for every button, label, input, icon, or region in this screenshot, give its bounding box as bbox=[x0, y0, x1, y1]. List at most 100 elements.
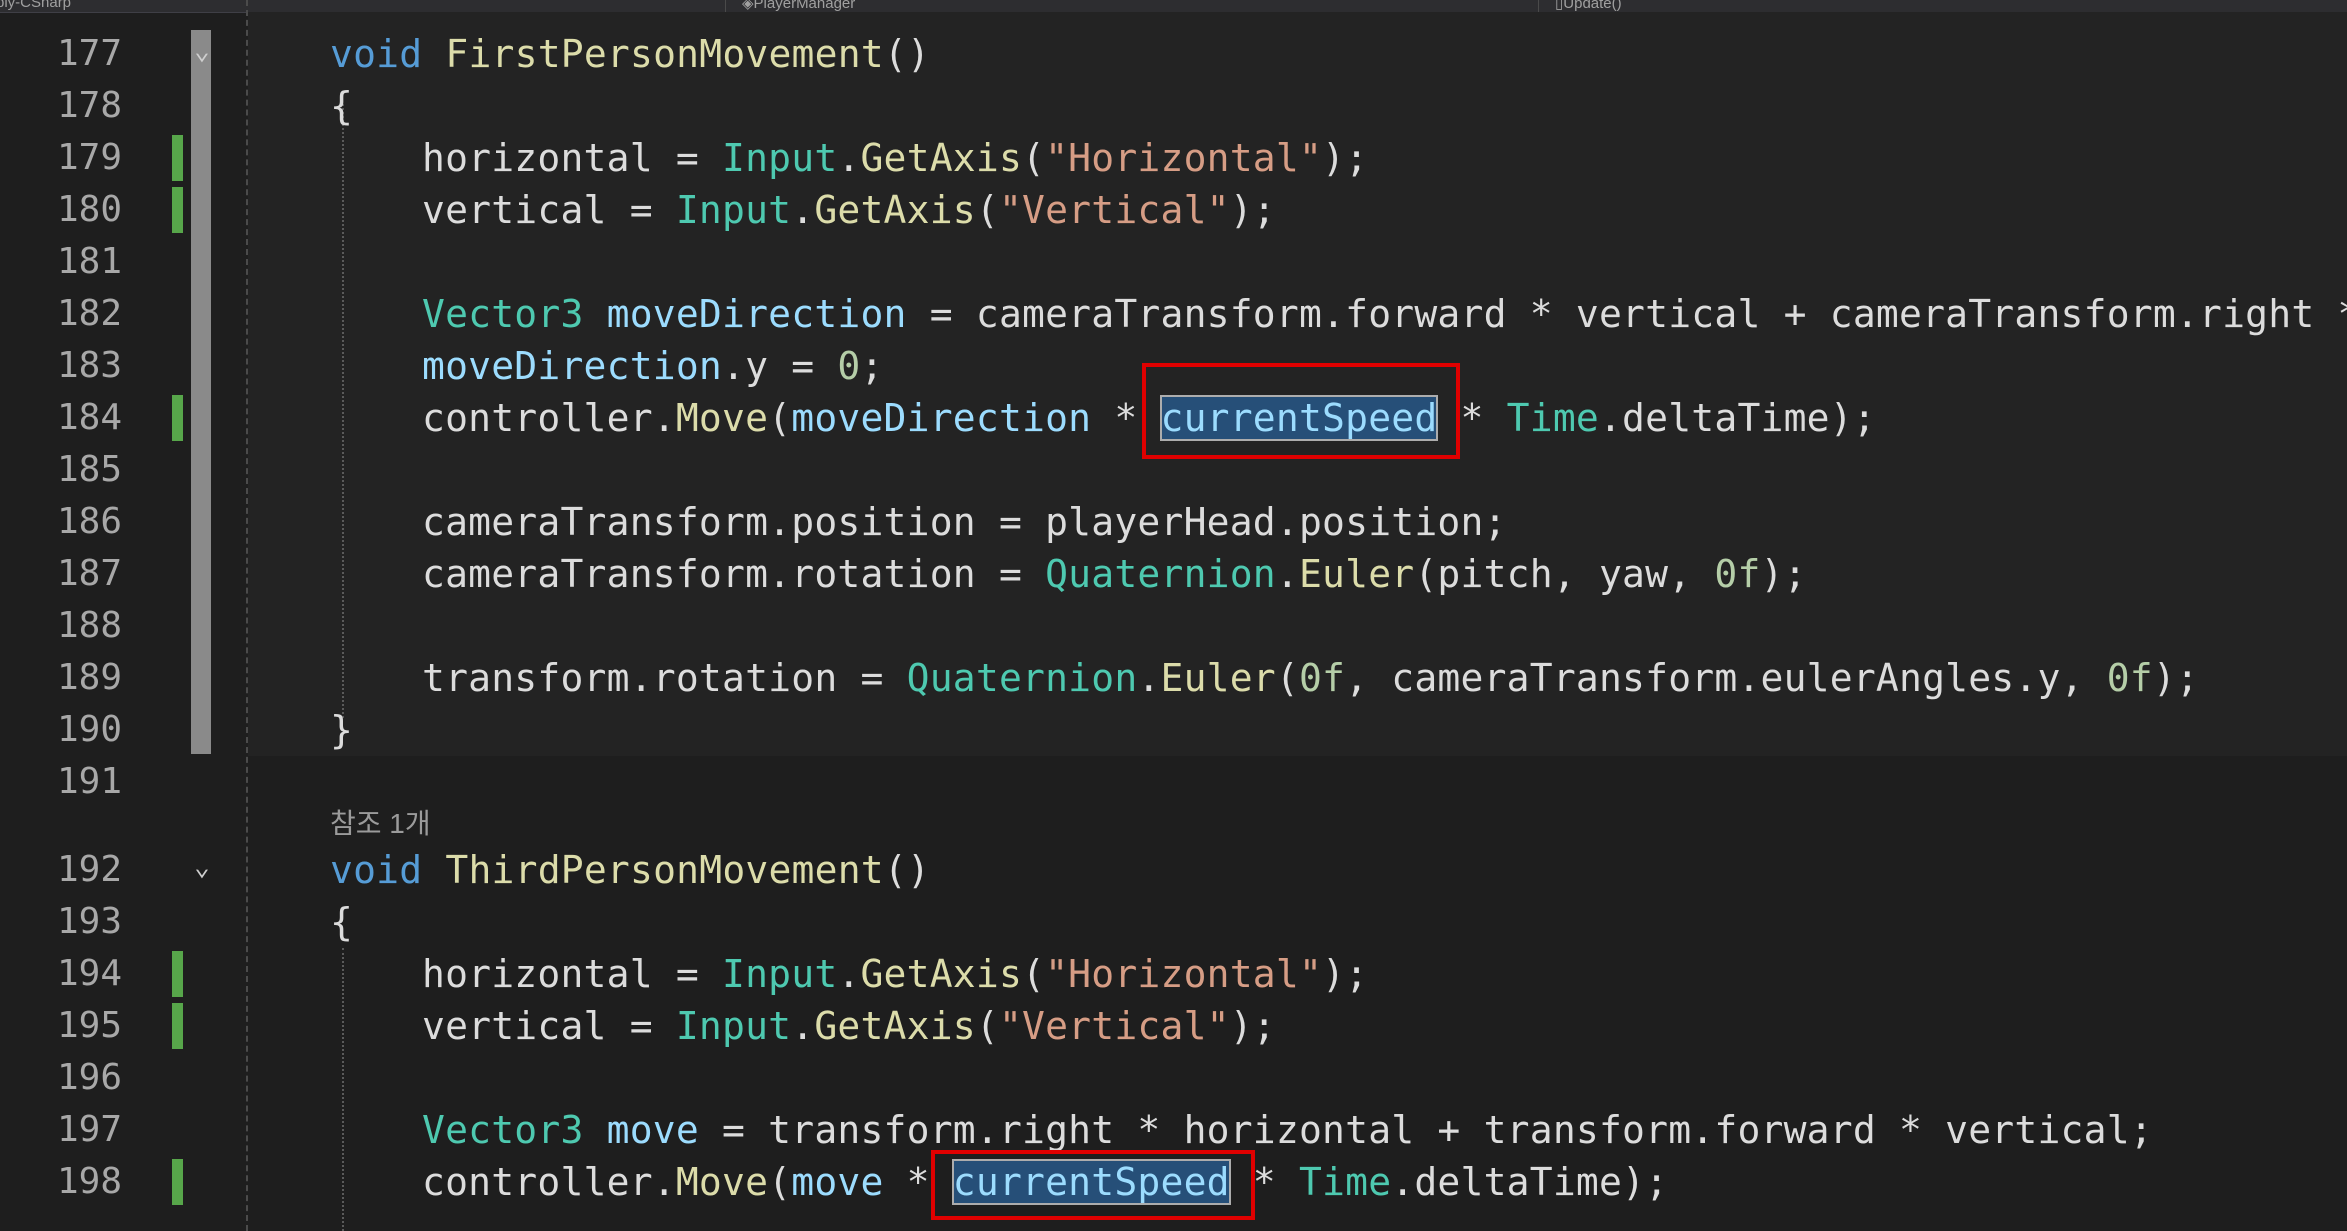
code-line[interactable]: 192 ⌄ void ThirdPersonMovement() bbox=[0, 844, 2347, 896]
code-segment: , cameraTransform.eulerAngles.y, bbox=[1345, 656, 2107, 700]
line-number: 178 bbox=[56, 85, 122, 126]
class-dropdown[interactable]: ◈PlayerManager bbox=[742, 0, 855, 12]
member-dropdown[interactable]: ▯Update() bbox=[1555, 0, 1622, 12]
code-text[interactable]: horizontal = Input.GetAxis("Horizontal")… bbox=[422, 132, 1368, 184]
code-segment: controller. bbox=[422, 1160, 676, 1204]
change-marker bbox=[172, 1159, 183, 1205]
code-editor[interactable]: bly-CSharp ◈PlayerManager ▯Update() 177 … bbox=[0, 0, 2347, 1231]
method-name: ThirdPersonMovement bbox=[445, 848, 884, 892]
class-dropdown-label: PlayerManager bbox=[753, 0, 856, 12]
code-line[interactable]: 196 bbox=[0, 1052, 2347, 1104]
code-line[interactable]: 180 vertical = Input.GetAxis("Vertical")… bbox=[0, 184, 2347, 236]
type-name: Time bbox=[1506, 396, 1599, 440]
code-text[interactable]: Vector3 moveDirection = cameraTransform.… bbox=[422, 288, 2347, 340]
variable-name: moveDirection bbox=[422, 344, 723, 388]
number-literal: 0f bbox=[1714, 552, 1761, 596]
code-line[interactable]: 197 Vector3 move = transform.right * hor… bbox=[0, 1104, 2347, 1156]
punctuation: . bbox=[1275, 552, 1299, 596]
code-line[interactable]: 181 bbox=[0, 236, 2347, 288]
code-line[interactable]: 188 bbox=[0, 600, 2347, 652]
code-line[interactable]: 182 Vector3 moveDirection = cameraTransf… bbox=[0, 288, 2347, 340]
collapse-chevron-icon[interactable]: ⌄ bbox=[189, 38, 215, 64]
annotation-highlight-box bbox=[931, 1150, 1255, 1220]
number-literal: 0f bbox=[2106, 656, 2153, 700]
change-marker bbox=[172, 1003, 183, 1049]
code-text[interactable]: } bbox=[330, 704, 353, 756]
code-text[interactable]: horizontal = Input.GetAxis("Horizontal")… bbox=[422, 948, 1368, 1000]
punctuation: ); bbox=[1322, 952, 1369, 996]
line-number: 179 bbox=[56, 137, 122, 178]
change-marker bbox=[172, 951, 183, 997]
punctuation: ( bbox=[975, 188, 999, 232]
code-segment: = cameraTransform.forward * vertical + c… bbox=[906, 292, 2347, 336]
number-literal: 0 bbox=[837, 344, 861, 388]
type-name: Input bbox=[675, 1004, 792, 1048]
punctuation: ); bbox=[1229, 188, 1276, 232]
line-number: 188 bbox=[56, 605, 122, 646]
method-name: FirstPersonMovement bbox=[445, 32, 884, 76]
code-line[interactable]: 191 bbox=[0, 756, 2347, 808]
code-line[interactable]: 189 transform.rotation = Quaternion.Eule… bbox=[0, 652, 2347, 704]
code-line[interactable]: 195 vertical = Input.GetAxis("Vertical")… bbox=[0, 1000, 2347, 1052]
code-segment: (pitch, yaw, bbox=[1414, 552, 1715, 596]
variable-name: move bbox=[791, 1160, 884, 1204]
code-line[interactable]: 193 { bbox=[0, 896, 2347, 948]
punctuation: . bbox=[791, 1004, 815, 1048]
keyword: void bbox=[330, 848, 423, 892]
method-name: GetAxis bbox=[814, 1004, 976, 1048]
code-text[interactable]: Vector3 move = transform.right * horizon… bbox=[422, 1104, 2153, 1156]
type-name: Time bbox=[1298, 1160, 1392, 1204]
code-line[interactable]: 177 ⌄ void FirstPersonMovement() bbox=[0, 28, 2347, 80]
punctuation: ); bbox=[1760, 552, 1807, 596]
punctuation: ( bbox=[1022, 136, 1046, 180]
code-line[interactable]: 190 } bbox=[0, 704, 2347, 756]
code-text[interactable]: transform.rotation = Quaternion.Euler(0f… bbox=[422, 652, 2199, 704]
code-line[interactable]: 187 cameraTransform.rotation = Quaternio… bbox=[0, 548, 2347, 600]
line-number: 196 bbox=[56, 1057, 122, 1098]
code-segment: .deltaTime); bbox=[1391, 1160, 1669, 1204]
code-line[interactable]: 194 horizontal = Input.GetAxis("Horizont… bbox=[0, 948, 2347, 1000]
change-marker bbox=[172, 395, 183, 441]
annotation-highlight-box bbox=[1142, 363, 1460, 459]
variable-name: moveDirection bbox=[791, 396, 1092, 440]
line-number: 192 bbox=[56, 849, 122, 890]
code-text[interactable]: void FirstPersonMovement() bbox=[330, 28, 930, 80]
method-name: GetAxis bbox=[860, 136, 1023, 180]
code-line[interactable]: 178 { bbox=[0, 80, 2347, 132]
line-number: 187 bbox=[56, 553, 122, 594]
code-line[interactable]: 179 horizontal = Input.GetAxis("Horizont… bbox=[0, 132, 2347, 184]
variable-name: moveDirection bbox=[606, 292, 907, 336]
code-segment: cameraTransform.rotation = bbox=[422, 552, 1046, 596]
nav-separator bbox=[1538, 0, 1539, 12]
string-literal: "Horizontal" bbox=[1045, 952, 1323, 996]
method-name: GetAxis bbox=[814, 188, 976, 232]
change-marker bbox=[172, 135, 183, 181]
punctuation: . bbox=[791, 188, 815, 232]
code-text[interactable]: { bbox=[330, 80, 353, 132]
line-number: 186 bbox=[56, 501, 122, 542]
references-codelens[interactable]: 참조 1개 bbox=[330, 802, 431, 842]
code-text[interactable]: vertical = Input.GetAxis("Vertical"); bbox=[422, 1000, 1276, 1052]
punctuation: () bbox=[883, 32, 931, 76]
code-text[interactable]: cameraTransform.rotation = Quaternion.Eu… bbox=[422, 548, 1807, 600]
code-segment: vertical = bbox=[422, 1004, 676, 1048]
punctuation: ( bbox=[768, 1160, 792, 1204]
code-segment: .y = bbox=[722, 344, 838, 388]
method-name: Move bbox=[675, 396, 769, 440]
code-text[interactable]: void ThirdPersonMovement() bbox=[330, 844, 930, 896]
line-number: 184 bbox=[56, 397, 122, 438]
code-line[interactable]: 186 cameraTransform.position = playerHea… bbox=[0, 496, 2347, 548]
type-name: Vector3 bbox=[422, 292, 584, 336]
code-text[interactable]: moveDirection.y = 0; bbox=[422, 340, 884, 392]
collapse-chevron-icon[interactable]: ⌄ bbox=[189, 854, 215, 880]
line-number: 190 bbox=[56, 709, 122, 750]
punctuation: ; bbox=[860, 344, 884, 388]
method-name: Move bbox=[675, 1160, 769, 1204]
method-name: Euler bbox=[1160, 656, 1276, 700]
line-number: 183 bbox=[56, 345, 122, 386]
line-number: 189 bbox=[56, 657, 122, 698]
code-text[interactable]: cameraTransform.position = playerHead.po… bbox=[422, 496, 1507, 548]
project-dropdown[interactable]: bly-CSharp bbox=[0, 0, 71, 11]
code-text[interactable]: { bbox=[330, 896, 353, 948]
code-text[interactable]: vertical = Input.GetAxis("Vertical"); bbox=[422, 184, 1276, 236]
